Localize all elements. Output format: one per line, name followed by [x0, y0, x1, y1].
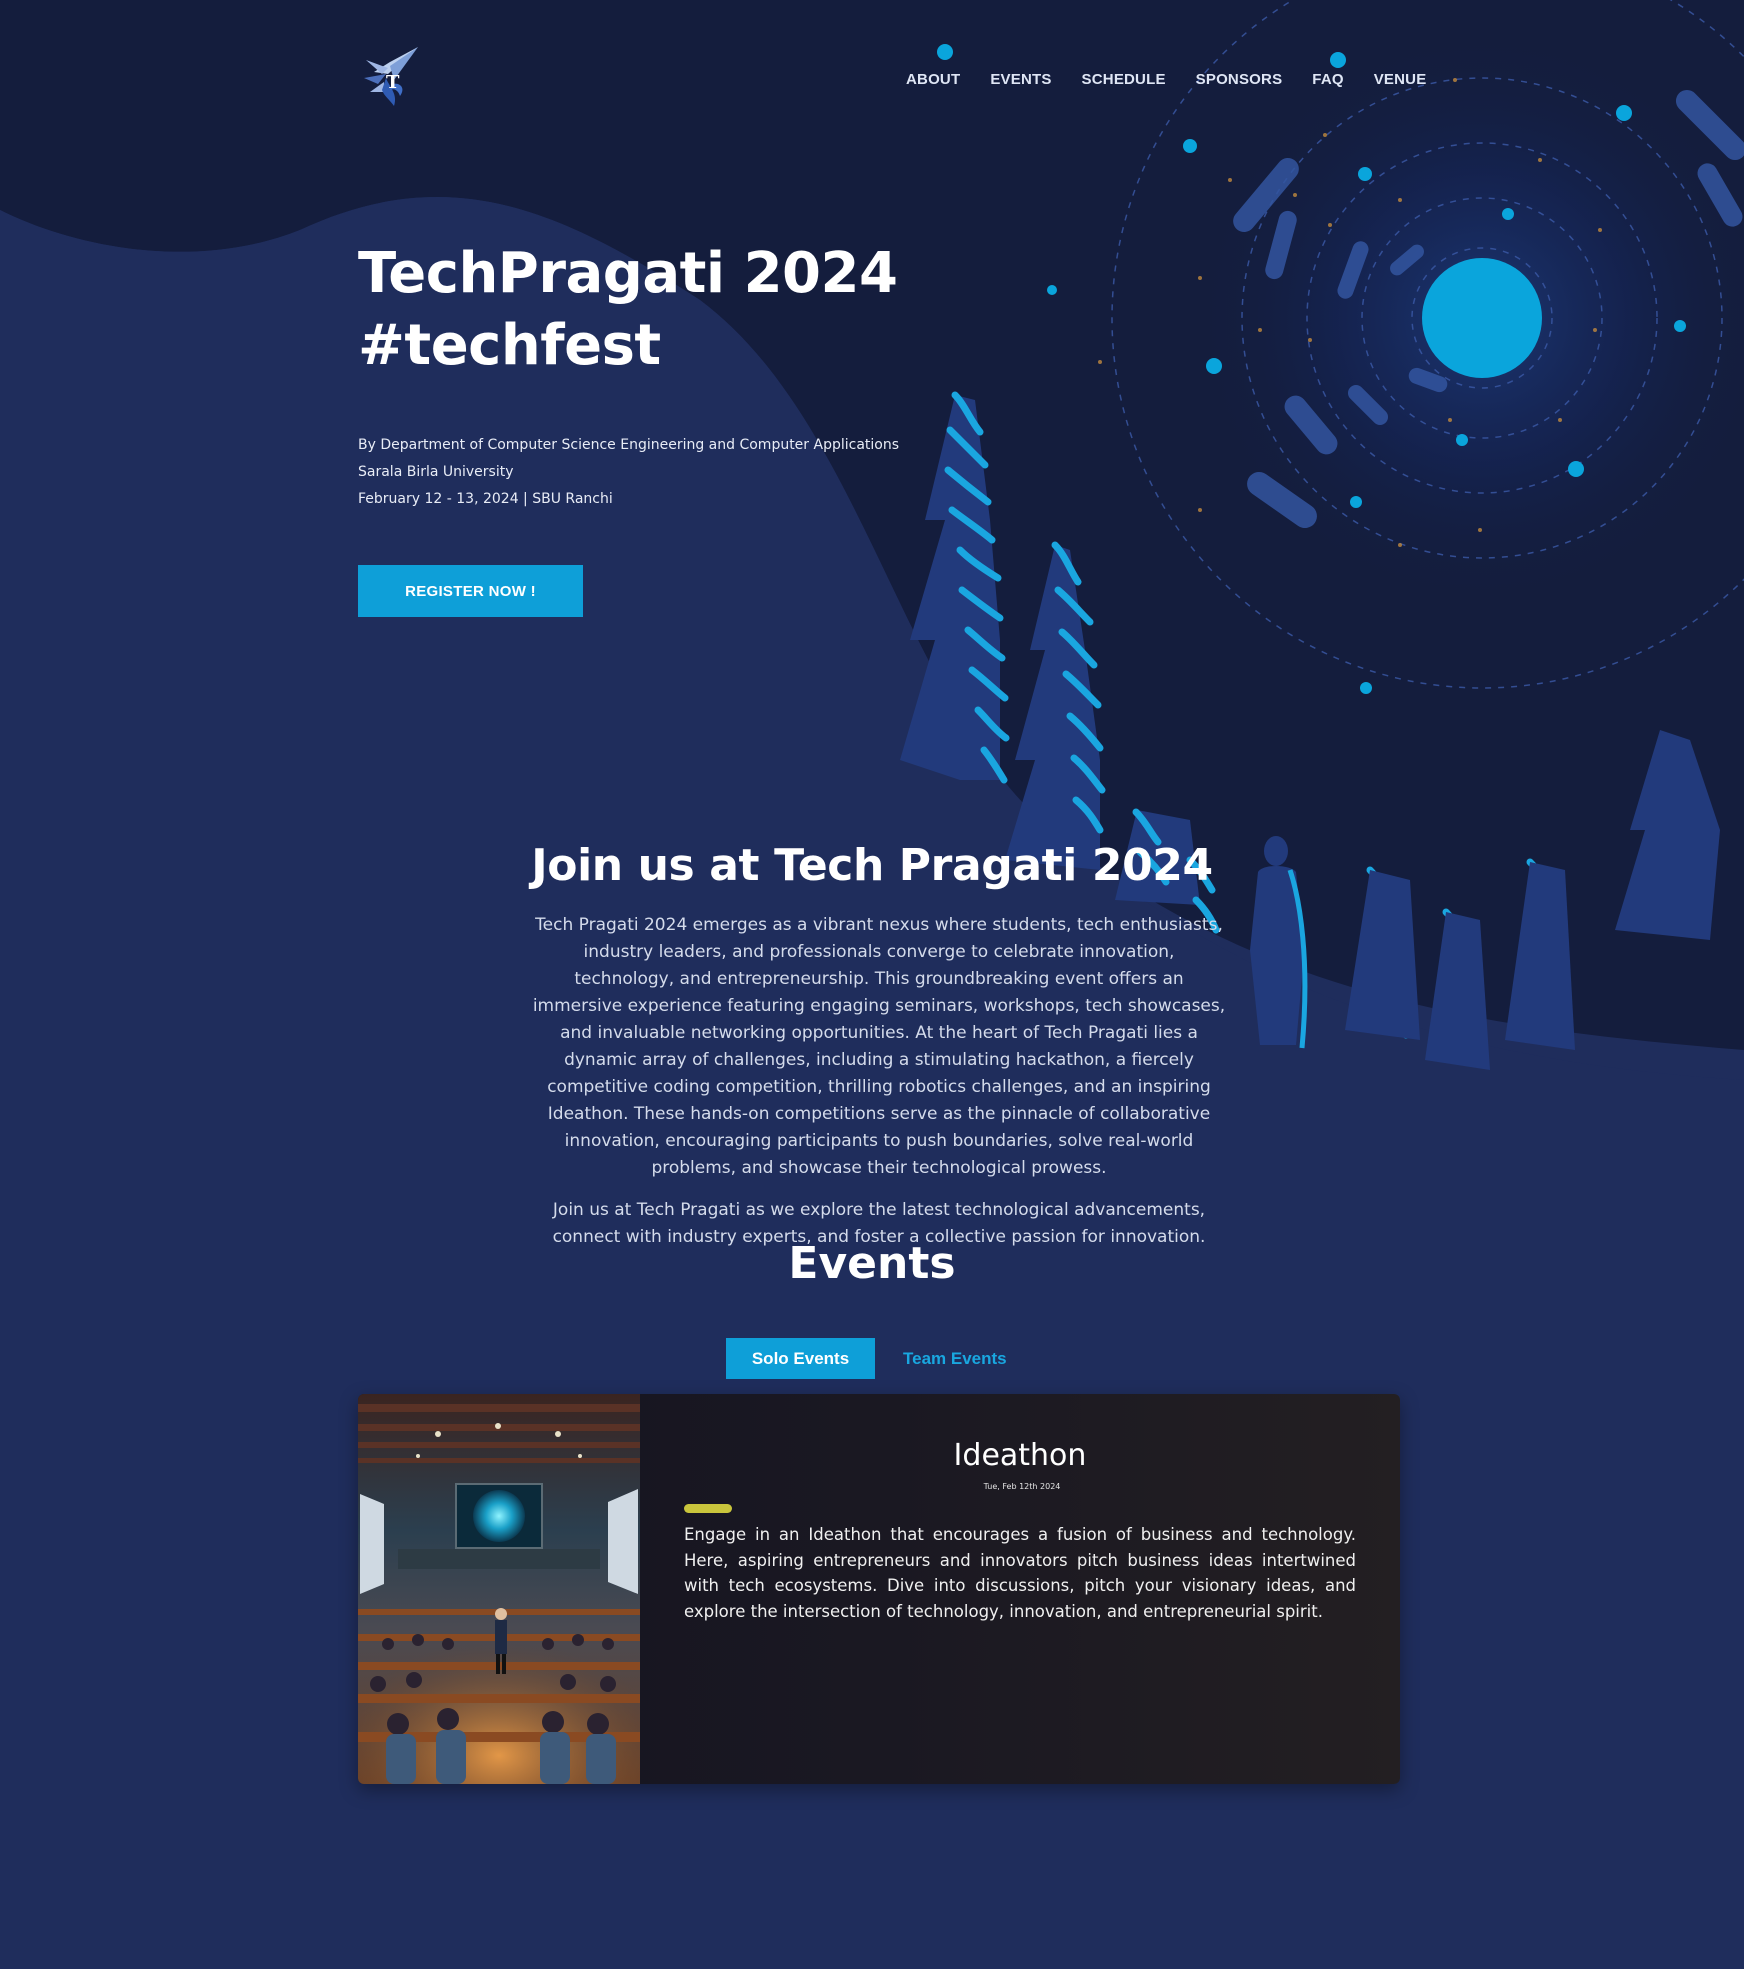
about-paragraph-1: Tech Pragati 2024 emerges as a vibrant n… [532, 915, 1226, 1178]
nav-about[interactable]: ABOUT [906, 71, 960, 88]
about-title: Join us at Tech Pragati 2024 [531, 840, 1213, 891]
hero-university: Sarala Birla University [358, 464, 514, 480]
nav-events[interactable]: EVENTS [990, 71, 1051, 88]
event-accent-bar [684, 1504, 732, 1513]
events-title: Events [788, 1238, 956, 1289]
svg-text:T: T [386, 72, 400, 93]
event-image [358, 1394, 640, 1784]
nav-schedule[interactable]: SCHEDULE [1082, 71, 1166, 88]
main-nav: ABOUT EVENTS SCHEDULE SPONSORS FAQ VENUE [906, 71, 1426, 88]
register-button[interactable]: REGISTER NOW ! [358, 565, 583, 617]
about-body: Tech Pragati 2024 emerges as a vibrant n… [532, 912, 1226, 1251]
hero-organizer: By Department of Computer Science Engine… [358, 437, 900, 453]
nav-sponsors[interactable]: SPONSORS [1196, 71, 1283, 88]
events-tabs: Solo Events Team Events [726, 1338, 1035, 1379]
event-name: Ideathon [953, 1438, 1087, 1473]
event-date: Tue, Feb 12th 2024 [983, 1482, 1061, 1491]
hero-title-line2: #techfest [358, 313, 661, 378]
nav-faq[interactable]: FAQ [1312, 71, 1343, 88]
event-description: Engage in an Ideathon that encourages a … [684, 1525, 1356, 1621]
tab-solo-events[interactable]: Solo Events [726, 1338, 875, 1379]
logo-icon[interactable]: T [360, 44, 422, 110]
hero-title-line1: TechPragati 2024 [358, 241, 898, 306]
event-card[interactable]: Ideathon Tue, Feb 12th 2024 Engage in an… [358, 1394, 1400, 1784]
hero-meta: By Department of Computer Science Engine… [358, 432, 899, 513]
hero-title: TechPragati 2024 #techfest [358, 238, 918, 382]
hero-dates: February 12 - 13, 2024 | SBU Ranchi [358, 491, 613, 507]
tab-team-events[interactable]: Team Events [875, 1338, 1035, 1379]
nav-venue[interactable]: VENUE [1374, 71, 1427, 88]
